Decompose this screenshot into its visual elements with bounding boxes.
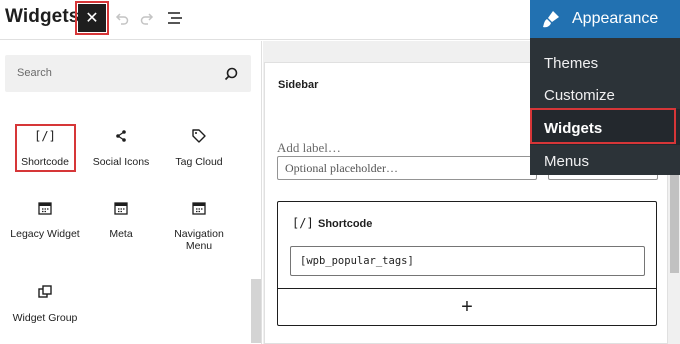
block-item-widget-group[interactable]: Widget Group [0, 282, 90, 324]
group-icon [38, 285, 52, 298]
block-item-social-icons[interactable]: Social Icons [76, 126, 166, 168]
plus-icon: + [461, 296, 473, 318]
block-inserter-panel: Search [/] Shortcode Social Icons Tag Cl… [0, 41, 262, 344]
undo-icon[interactable] [113, 9, 131, 27]
page-title: Widgets [5, 6, 80, 27]
search-input[interactable]: Search [5, 55, 251, 92]
block-item-navigation-menu[interactable]: Navigation Menu [154, 198, 244, 252]
widget-area-title: Sidebar [278, 79, 319, 91]
redo-icon[interactable] [138, 9, 156, 27]
highlight-box [530, 108, 676, 144]
inserter-scrollbar[interactable] [251, 279, 261, 343]
search-placeholder: Search [17, 67, 52, 79]
calendar-icon [192, 202, 206, 215]
add-block-button[interactable]: + [277, 288, 657, 326]
shortcode-value: [wpb_popular_tags] [300, 255, 414, 267]
block-label: Widget Group [12, 312, 78, 324]
calendar-icon [38, 202, 52, 215]
search-icon [224, 67, 238, 81]
share-icon [116, 130, 126, 142]
admin-appearance-menu: Appearance Themes Customize Widgets Menu… [530, 0, 680, 175]
calendar-icon [114, 202, 128, 215]
admin-submenu-customize[interactable]: Customize [544, 87, 615, 104]
tag-icon [192, 129, 206, 143]
admin-menu-appearance[interactable]: Appearance [530, 0, 680, 38]
admin-submenu-menus[interactable]: Menus [544, 153, 589, 170]
paintbrush-icon [543, 11, 559, 28]
admin-menu-header-label: Appearance [572, 10, 659, 27]
block-label: Navigation Menu [174, 228, 224, 252]
shortcode-block-title: Shortcode [318, 218, 373, 230]
highlight-box [75, 1, 109, 35]
block-item-meta[interactable]: Meta [76, 198, 166, 240]
shortcode-block[interactable]: [/] Shortcode [wpb_popular_tags] + [277, 201, 657, 326]
block-label: Tag Cloud [175, 156, 223, 168]
block-label: Social Icons [92, 156, 150, 168]
shortcode-icon: [/] [292, 216, 314, 230]
form-field-label[interactable]: Add label… [277, 140, 341, 156]
form-field-placeholder: Optional placeholder… [285, 161, 398, 175]
shortcode-input[interactable]: [wpb_popular_tags] [290, 246, 645, 276]
highlight-box [15, 124, 76, 172]
admin-submenu-themes[interactable]: Themes [544, 55, 598, 72]
block-item-tag-cloud[interactable]: Tag Cloud [154, 126, 244, 168]
block-label: Meta [109, 228, 133, 240]
form-field-input[interactable]: Optional placeholder… [277, 156, 537, 180]
list-view-icon[interactable] [166, 9, 184, 27]
